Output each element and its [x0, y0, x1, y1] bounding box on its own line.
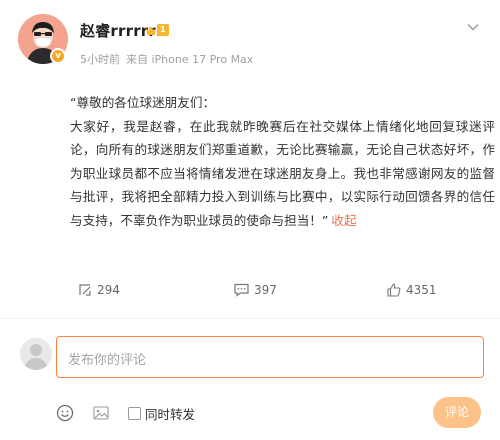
repost-button[interactable]: 294	[78, 280, 120, 300]
post-actions: 294 397 4351	[0, 280, 500, 300]
comment-placeholder: 发布你的评论	[68, 353, 147, 368]
crown-icon	[146, 26, 156, 35]
image-icon[interactable]	[92, 404, 110, 422]
weibo-post: v 赵睿rrrrrrr 1 5小时前 来自 iPhone 17 Pro Max “…	[0, 0, 500, 318]
also-repost-label: 同时转发	[145, 407, 196, 422]
post-greeting: “尊敬的各位球迷朋友们：	[70, 95, 216, 110]
post-body-text: 大家好，我是赵睿，在此我就昨晚赛后在社交媒体上情绪化地回复球迷评论，向所有的球迷…	[70, 118, 495, 228]
collapse-link[interactable]: 收起	[331, 213, 356, 228]
thumbs-up-icon	[387, 283, 401, 297]
post-source: 来自 iPhone 17 Pro Max	[126, 53, 254, 66]
also-repost-checkbox[interactable]	[128, 407, 141, 420]
chevron-down-icon[interactable]	[466, 20, 480, 34]
repost-count: 294	[97, 283, 120, 297]
post-body: 大家好，我是赵睿，在此我就昨晚赛后在社交媒体上情绪化地回复球迷评论，向所有的球迷…	[70, 115, 495, 233]
divider	[0, 318, 500, 319]
like-count: 4351	[406, 283, 437, 297]
level-number: 1	[157, 24, 169, 36]
comment-input[interactable]: 发布你的评论	[56, 336, 484, 378]
comment-icon	[234, 283, 249, 297]
post-meta: 5小时前 来自 iPhone 17 Pro Max	[80, 51, 253, 67]
verified-badge-icon: v	[50, 48, 66, 64]
like-button[interactable]: 4351	[387, 280, 437, 300]
comment-button[interactable]: 397	[234, 280, 277, 300]
level-badge: 1	[146, 24, 169, 36]
post-time[interactable]: 5小时前	[80, 53, 120, 66]
submit-comment-button[interactable]: 评论	[433, 397, 481, 428]
comment-count: 397	[254, 283, 277, 297]
emoji-icon[interactable]	[56, 404, 74, 422]
repost-icon	[79, 284, 91, 296]
also-repost-option[interactable]: 同时转发	[128, 404, 195, 423]
post-content: “尊敬的各位球迷朋友们： 大家好，我是赵睿，在此我就昨晚赛后在社交媒体上情绪化地…	[70, 91, 495, 232]
user-avatar	[20, 338, 52, 370]
